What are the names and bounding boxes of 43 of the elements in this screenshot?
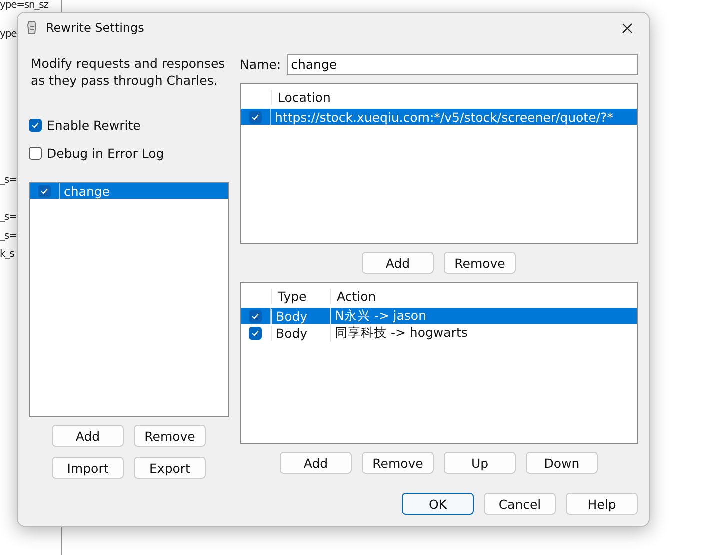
- table-row[interactable]: Body 同享科技 -> hogwarts: [241, 325, 637, 341]
- set-button[interactable]: Export: [134, 457, 206, 479]
- background-text: k_s: [0, 249, 14, 260]
- table-row[interactable]: Body N永兴 -> jason: [241, 308, 637, 324]
- rule-button[interactable]: Add: [280, 452, 352, 474]
- location-button[interactable]: Add: [362, 252, 434, 274]
- table-row[interactable]: https://stock.xueqiu.com:*/v5/stock/screener/quote/?*: [241, 109, 637, 125]
- window-title: Rewrite Settings: [46, 21, 144, 35]
- checkbox[interactable]: [249, 310, 262, 322]
- check-icon: [40, 186, 49, 196]
- background-text: _s=: [0, 212, 17, 223]
- dialog-button[interactable]: Cancel: [484, 493, 556, 515]
- name-field[interactable]: change: [287, 54, 638, 74]
- rule-button[interactable]: Down: [526, 452, 598, 474]
- description-text: Modify requests and responses as they pass through Charles.: [30, 55, 226, 90]
- background-text: _s=: [0, 231, 17, 242]
- rule-button[interactable]: Remove: [362, 452, 434, 474]
- check-icon: [251, 112, 260, 122]
- checkbox-label: Debug in Error Log: [47, 146, 164, 160]
- close-icon[interactable]: [622, 22, 633, 34]
- checkbox[interactable]: [249, 110, 262, 124]
- background-text: ype: [0, 29, 17, 40]
- column-header: Type: [271, 289, 330, 304]
- column-header: Action: [330, 289, 637, 304]
- checkbox[interactable]: [38, 184, 51, 198]
- dialog-button[interactable]: OK: [402, 493, 474, 515]
- checkbox[interactable]: [29, 118, 42, 132]
- checkbox-label: Enable Rewrite: [47, 118, 141, 132]
- column-header: Location: [271, 90, 637, 105]
- background-text: ype=sn_sz: [0, 0, 48, 11]
- set-button[interactable]: Remove: [134, 425, 206, 447]
- rule-button[interactable]: Up: [444, 452, 516, 474]
- name-label: Name:: [240, 56, 282, 72]
- dialog-button[interactable]: Help: [566, 493, 638, 515]
- background-text: _s=: [0, 175, 17, 186]
- location-button[interactable]: Remove: [444, 252, 516, 274]
- list-item[interactable]: change: [30, 183, 228, 199]
- checkbox[interactable]: [29, 146, 42, 160]
- checkbox[interactable]: [249, 326, 262, 340]
- set-button[interactable]: Add: [52, 425, 124, 447]
- check-icon: [31, 120, 40, 130]
- set-button[interactable]: Import: [52, 457, 124, 479]
- app-icon: [26, 21, 38, 35]
